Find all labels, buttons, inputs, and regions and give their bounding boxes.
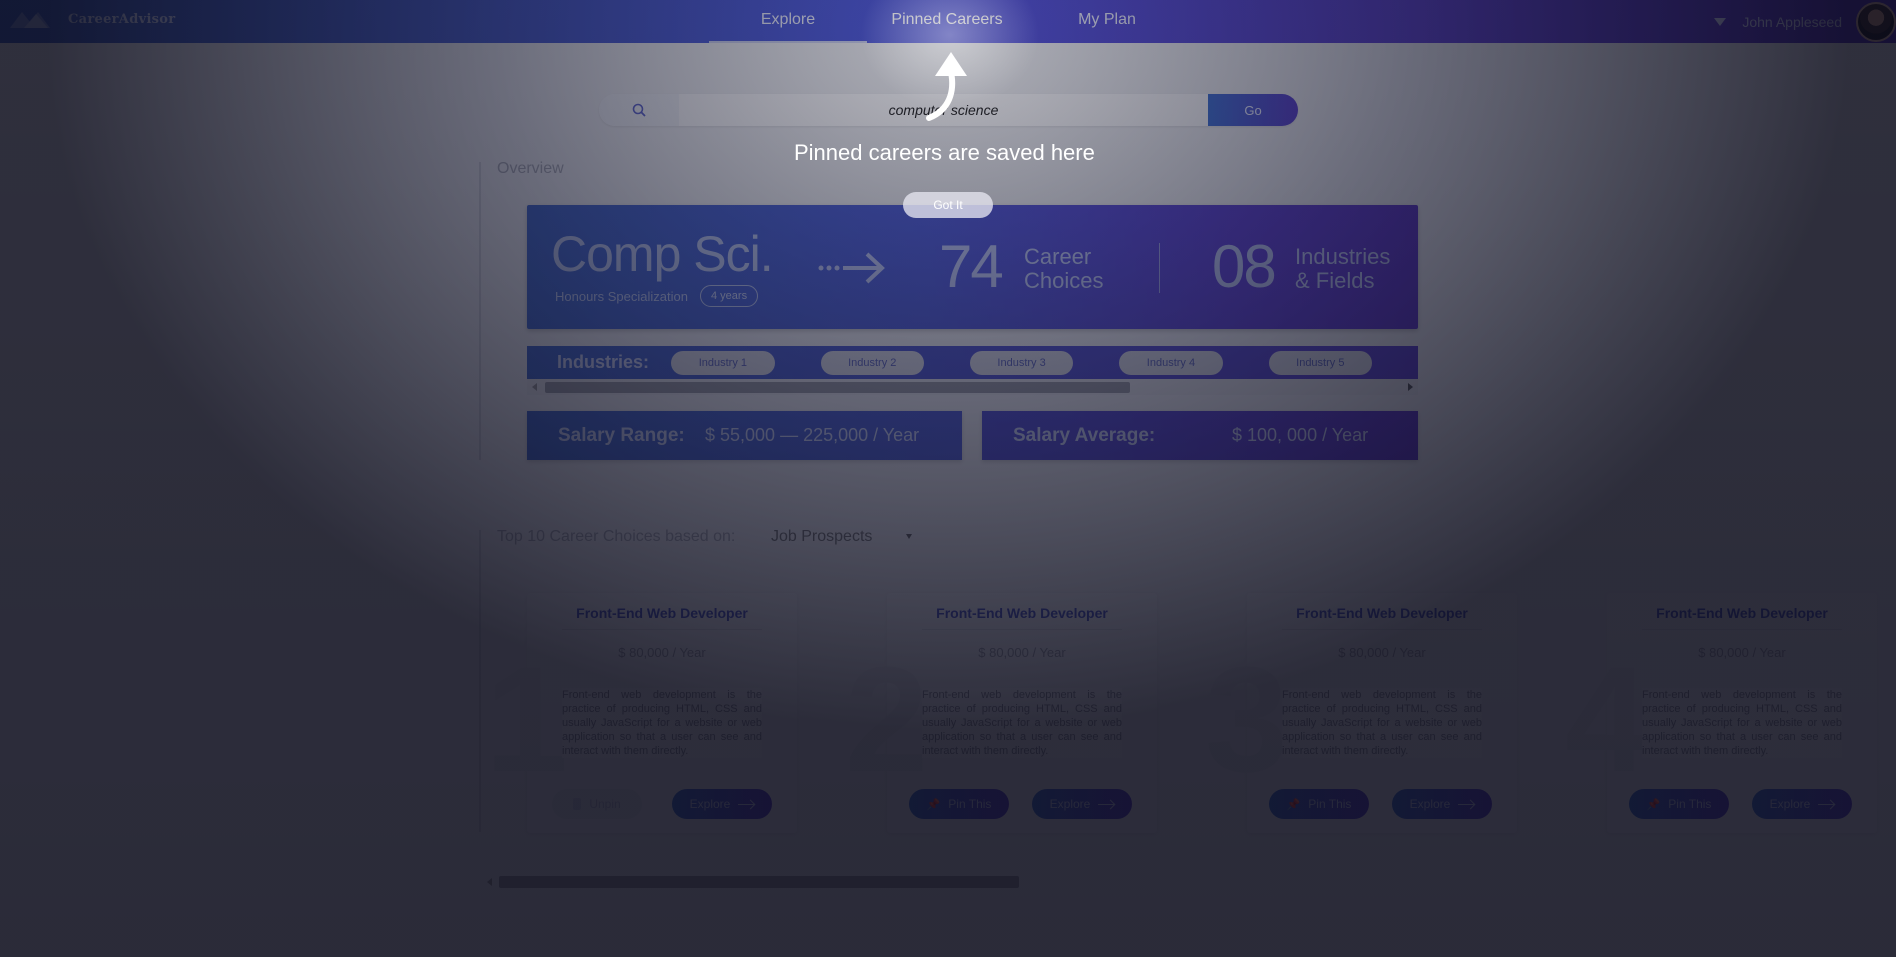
card-description: Front-end web development is the practic… <box>562 688 762 758</box>
salary-average-label: Salary Average: <box>1013 424 1156 446</box>
scroll-left-icon[interactable] <box>532 383 537 391</box>
chevron-down-icon[interactable] <box>1714 17 1727 26</box>
pin-icon: 📌 <box>926 798 941 811</box>
industry-label-line-2: & Fields <box>1295 268 1375 293</box>
main-nav: Explore Pinned Careers My Plan <box>0 0 1896 43</box>
program-summary-banner: Comp Sci. Honours Specialization 4 years… <box>527 205 1418 329</box>
career-count-label: Career Choices <box>1024 245 1144 293</box>
arrow-right-icon <box>1818 803 1835 805</box>
industry-pill-2[interactable]: Industry 2 <box>820 350 924 375</box>
search-icon[interactable] <box>599 94 679 126</box>
explore-button[interactable]: Explore <box>1392 789 1492 819</box>
stat-divider <box>1159 243 1160 293</box>
overview-heading: Overview <box>497 160 564 177</box>
career-label-line-2: Choices <box>1024 268 1104 293</box>
industry-count-label: Industries & Fields <box>1295 245 1415 293</box>
card-description: Front-end web development is the practic… <box>1282 688 1482 758</box>
card-salary: $ 80,000 / Year <box>1338 645 1426 660</box>
card-salary: $ 80,000 / Year <box>618 645 706 660</box>
salary-range-label: Salary Range: <box>558 424 685 446</box>
pin-icon <box>573 798 582 810</box>
card-title[interactable]: Front-End Web Developer <box>1607 605 1877 621</box>
career-card[interactable]: 4 Front-End Web Developer $ 80,000 / Yea… <box>1565 593 1877 833</box>
avatar[interactable] <box>1856 1 1896 42</box>
career-label-line-1: Career <box>1024 244 1092 269</box>
pin-label: Pin This <box>1668 797 1712 811</box>
tab-my-plan[interactable]: My Plan <box>1060 0 1154 43</box>
coachmark-message: Pinned careers are saved here <box>794 140 1095 165</box>
arrow-right-icon <box>1098 803 1115 805</box>
pin-label: Pin This <box>948 797 992 811</box>
career-count: 74 <box>939 233 1004 300</box>
card-divider <box>562 629 762 630</box>
pin-button[interactable]: 📌 Pin This <box>1269 789 1369 819</box>
card-title[interactable]: Front-End Web Developer <box>887 605 1157 621</box>
industries-title: Industries: <box>557 352 650 372</box>
coach-arrow-icon <box>915 52 975 127</box>
salary-range-value: $ 55,000 — 225,000 / Year <box>705 425 920 445</box>
pin-button[interactable]: 📌 Pin This <box>1629 789 1729 819</box>
arrow-right-icon <box>817 250 887 291</box>
explore-button[interactable]: Explore <box>672 789 772 819</box>
top-navigation-bar: CareerAdvisor Explore Pinned Careers My … <box>0 0 1896 43</box>
overview-section-line <box>479 162 481 460</box>
arrow-right-icon <box>738 803 755 805</box>
card-description: Front-end web development is the practic… <box>922 688 1122 758</box>
explore-button[interactable]: Explore <box>1032 789 1132 819</box>
card-divider <box>1282 629 1482 630</box>
duration-badge: 4 years <box>700 285 759 307</box>
pin-icon: 📌 <box>1646 798 1661 811</box>
industry-pill-1[interactable]: Industry 1 <box>671 350 775 375</box>
industries-strip: Industries: Industry 1 Industry 2 Indust… <box>527 346 1418 379</box>
industry-count: 08 <box>1212 233 1277 300</box>
explore-label: Explore <box>1409 797 1451 811</box>
card-divider <box>1642 629 1842 630</box>
pin-button[interactable]: 📌 Pin This <box>909 789 1009 819</box>
got-it-button[interactable]: Got It <box>903 192 993 218</box>
career-card[interactable]: 1 Front-End Web Developer $ 80,000 / Yea… <box>485 593 797 833</box>
industry-pill-5[interactable]: Industry 5 <box>1268 350 1372 375</box>
industry-pill-4[interactable]: Industry 4 <box>1119 350 1223 375</box>
top10-section-line <box>479 530 481 832</box>
explore-button[interactable]: Explore <box>1752 789 1852 819</box>
pin-label: Pin This <box>1308 797 1352 811</box>
card-salary: $ 80,000 / Year <box>978 645 1066 660</box>
chevron-down-icon[interactable] <box>906 534 912 539</box>
scrollbar-thumb[interactable] <box>499 876 1019 888</box>
sort-dropdown[interactable]: Job Prospects <box>771 528 872 546</box>
program-specialization: Honours Specialization <box>555 289 688 304</box>
cards-scrollbar[interactable] <box>487 876 1587 890</box>
salary-average-panel: Salary Average: $ 100, 000 / Year <box>982 411 1418 460</box>
explore-label: Explore <box>1049 797 1091 811</box>
go-button[interactable]: Go <box>1208 94 1298 126</box>
career-card[interactable]: 2 Front-End Web Developer $ 80,000 / Yea… <box>845 593 1157 833</box>
explore-label: Explore <box>1769 797 1811 811</box>
arrow-right-icon <box>1458 803 1475 805</box>
salary-range-panel: Salary Range: $ 55,000 — 225,000 / Year <box>527 411 962 460</box>
card-divider <box>922 629 1122 630</box>
tab-explore[interactable]: Explore <box>709 0 867 43</box>
card-description: Front-end web development is the practic… <box>1642 688 1842 758</box>
top10-heading: Top 10 Career Choices based on: <box>497 528 736 545</box>
tab-pinned-careers[interactable]: Pinned Careers <box>872 0 1022 43</box>
scroll-left-icon[interactable] <box>487 878 492 886</box>
user-name[interactable]: John Appleseed <box>1742 14 1842 30</box>
card-title[interactable]: Front-End Web Developer <box>1247 605 1517 621</box>
unpin-button[interactable]: Unpin <box>552 789 642 819</box>
explore-label: Explore <box>689 797 731 811</box>
program-name: Comp Sci. <box>551 226 774 282</box>
scrollbar-thumb[interactable] <box>545 382 1130 393</box>
unpin-label: Unpin <box>589 797 621 811</box>
card-salary: $ 80,000 / Year <box>1698 645 1786 660</box>
user-menu[interactable]: John Appleseed <box>1714 0 1896 43</box>
industry-label-line-1: Industries <box>1295 244 1391 269</box>
card-title[interactable]: Front-End Web Developer <box>527 605 797 621</box>
scroll-right-icon[interactable] <box>1408 383 1413 391</box>
industry-pill-3[interactable]: Industry 3 <box>969 350 1074 375</box>
salary-average-value: $ 100, 000 / Year <box>1232 425 1369 445</box>
pin-icon: 📌 <box>1286 798 1301 811</box>
industries-scrollbar[interactable] <box>527 379 1418 395</box>
career-card[interactable]: 3 Front-End Web Developer $ 80,000 / Yea… <box>1205 593 1517 833</box>
